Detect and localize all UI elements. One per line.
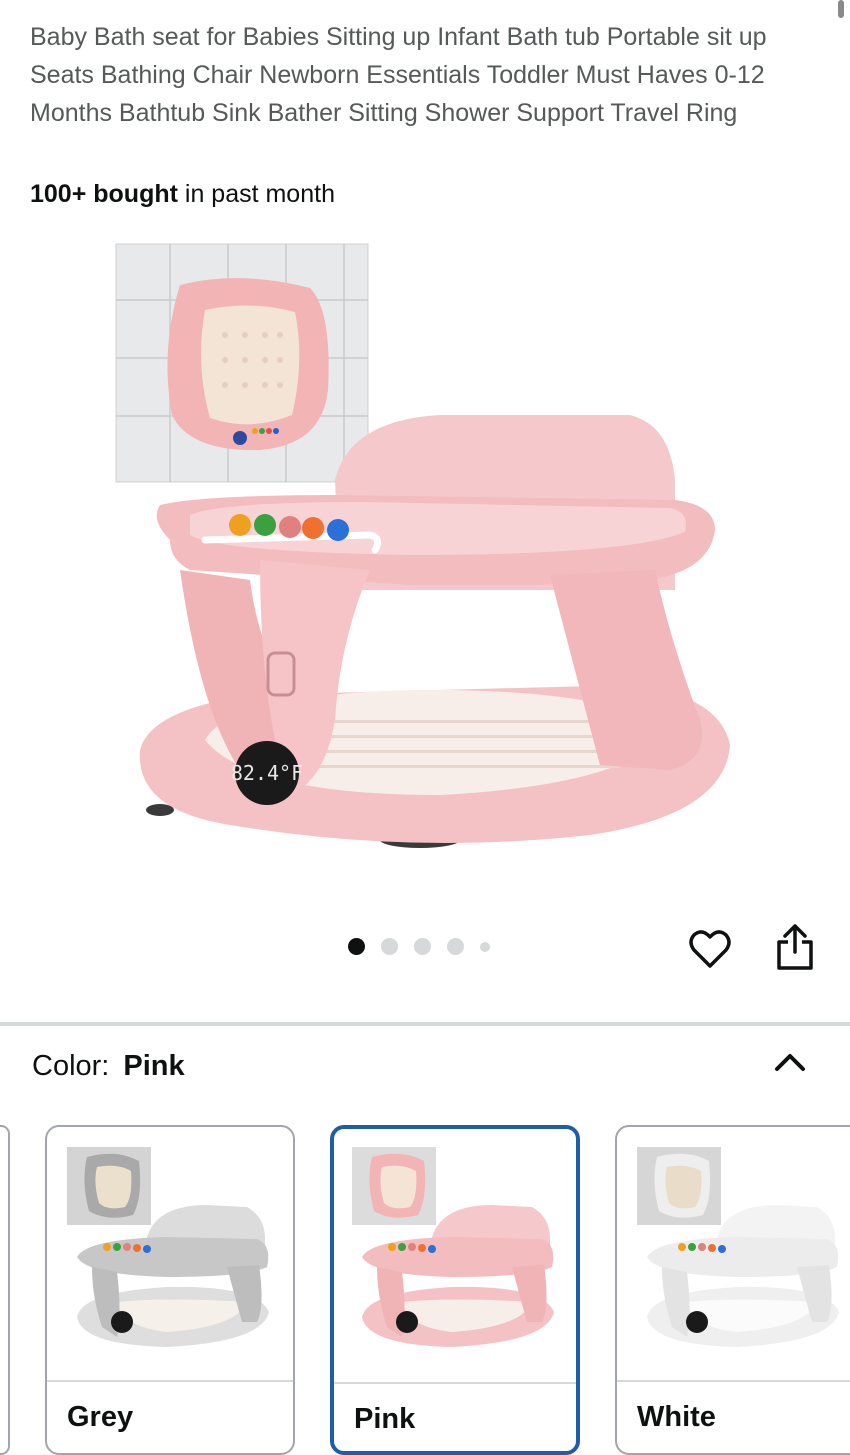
image-carousel-dots[interactable] [348,938,490,955]
color-collapse-toggle[interactable] [772,1048,808,1076]
bought-count-bold: 100+ bought [30,180,178,208]
previous-swatch-edge[interactable] [0,1125,10,1455]
bought-count-rest: in past month [177,180,335,208]
favorite-button[interactable] [686,925,734,973]
chevron-up-icon [775,1054,805,1071]
color-swatch-pink[interactable]: Pink [330,1125,580,1455]
selected-color-value: Pink [123,1050,185,1082]
swatch-image-grey [47,1127,293,1380]
carousel-dot-1[interactable] [348,938,365,955]
color-label: Color: [32,1050,110,1082]
swatch-name-white: White [637,1401,716,1433]
swatch-separator [617,1380,850,1382]
bought-count: 100+ bought in past month [30,180,335,209]
carousel-dot-2[interactable] [381,938,398,955]
thermometer-reading: 82.4°F [231,761,303,785]
swatch-name-grey: Grey [67,1401,134,1433]
share-icon [777,924,813,970]
color-selector-header: Color: Pink [32,1050,185,1083]
swatch-image-pink [334,1129,576,1382]
swatch-name-pink: Pink [354,1403,416,1435]
page-scrollbar[interactable] [838,0,844,18]
carousel-dot-4[interactable] [447,938,464,955]
heart-icon [689,930,731,968]
product-title: Baby Bath seat for Babies Sitting up Inf… [30,23,767,127]
swatch-separator [334,1382,576,1384]
swatch-image-white [617,1127,850,1380]
carousel-dot-5[interactable] [480,941,490,952]
share-button[interactable] [772,922,818,972]
color-swatch-white[interactable]: White [615,1125,850,1455]
swatch-separator [47,1380,293,1382]
carousel-dot-3[interactable] [414,938,431,955]
color-swatch-grey[interactable]: Grey [45,1125,295,1455]
product-main-image[interactable]: 82.4°F [110,240,750,870]
section-divider [0,1022,850,1026]
inset-wall-photo [115,243,369,483]
